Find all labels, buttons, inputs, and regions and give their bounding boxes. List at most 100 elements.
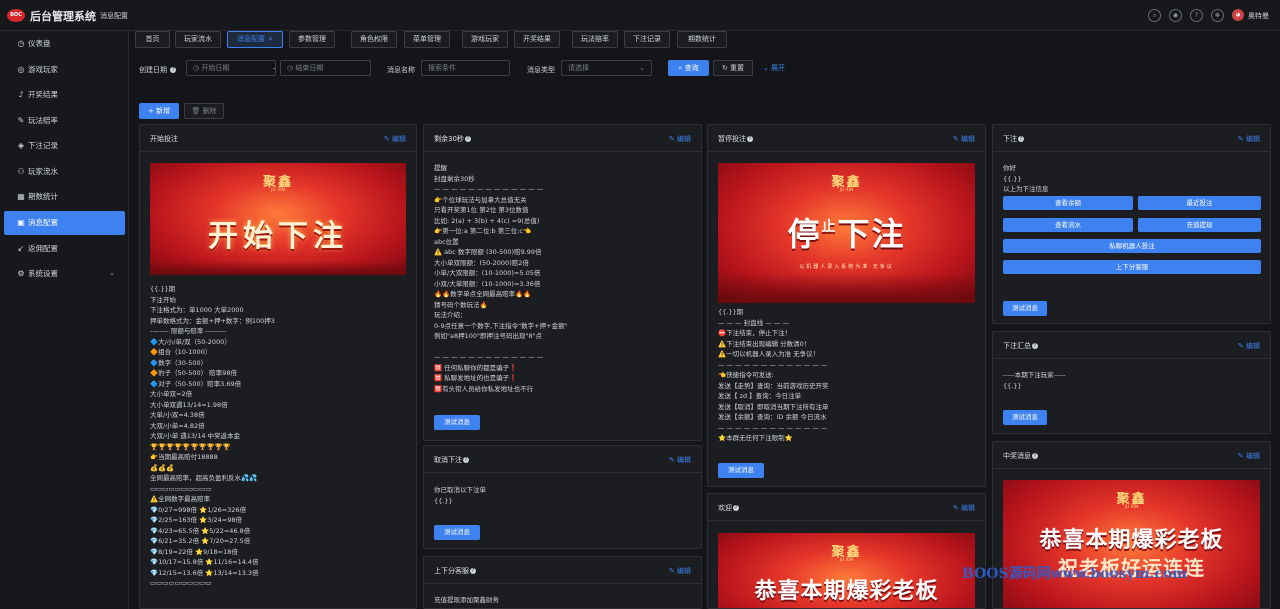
tab-message-config[interactable]: 消息配置 ✕ — [227, 31, 283, 48]
users-icon: ⚇ — [17, 167, 25, 176]
message-card-welcome: 欢迎? ✎ 编辑 聚鑫 JU XIN 恭喜本期爆彩老板 — [707, 493, 986, 609]
start-date-input[interactable]: ◷ 开始日期 — [186, 60, 276, 76]
search-icon[interactable]: ⌕ — [1148, 9, 1161, 22]
headline-b: 止 — [821, 219, 838, 235]
card-header: 欢迎? ✎ 编辑 — [708, 494, 985, 521]
edit-icon: ✎ — [383, 135, 392, 143]
tab-odds[interactable]: 玩法赔率 — [572, 31, 618, 48]
edit-button[interactable]: ✎ 编辑 — [669, 455, 691, 465]
edit-button[interactable]: ✎ 编辑 — [1238, 451, 1260, 461]
edit-button[interactable]: ✎ 编辑 — [669, 134, 691, 144]
keyboard-button-customer-service[interactable]: 上下分客服 — [1003, 260, 1261, 274]
message-card-cs: 上下分客服? ✎ 编辑 充值提现添加聚鑫财务 — [423, 556, 702, 609]
expand-button[interactable]: ⌄ 展开 — [759, 61, 789, 77]
tab-results[interactable]: 开奖结果 — [514, 31, 560, 48]
app-root: BOC 后台管理系统 消息配置 ⌕ ◉ ? ✻ ◕ 奥特曼 ◷ 仪表盘 ◎ 游戏玩家… — [0, 0, 1280, 609]
settings-icon[interactable]: ✻ — [1211, 9, 1224, 22]
expand-button-label: 展开 — [771, 64, 786, 72]
test-message-button[interactable]: 测试消息 — [1003, 410, 1047, 425]
card-header: 取消下注? ✎ 编辑 — [424, 446, 701, 473]
test-message-button[interactable]: 测试消息 — [1003, 301, 1047, 316]
created-date-text: 创建日期 — [139, 66, 167, 74]
card-body: 提醒 封盘剩余30秒 — — — — — — — — — — — — — 👉个位… — [434, 163, 691, 440]
close-icon[interactable]: ✕ — [268, 36, 273, 43]
sidebar-item-label: 玩法赔率 — [28, 116, 58, 125]
question-icon: ? — [1032, 343, 1038, 349]
add-button[interactable]: + 新增 — [139, 103, 179, 119]
message-card-summary: 下注汇总? ✎ 编辑 -----本期下注玩家----- {{.}} 测试消息 — [992, 331, 1271, 434]
message-type-label: 消息类型 — [527, 66, 555, 74]
end-date-input[interactable]: ◷ 结束日期 — [280, 60, 371, 76]
sidebar-item-players[interactable]: ◎ 游戏玩家 — [4, 58, 125, 82]
question-icon: ? — [1032, 453, 1038, 459]
plus-icon: + — [147, 107, 157, 115]
banner-brand-sub: JU XIN — [271, 188, 285, 193]
card-title: 下注汇总? — [1003, 341, 1038, 351]
delete-button[interactable]: 🗑 删除 — [184, 103, 224, 119]
tab-home[interactable]: 首页 — [135, 31, 170, 48]
card-title-text: 欢迎 — [718, 504, 732, 512]
card-title-text: 开始投注 — [150, 135, 178, 143]
edit-button[interactable]: ✎ 编辑 — [669, 566, 691, 576]
search-button[interactable]: ⌕ 查询 — [668, 60, 709, 76]
sidebar-item-results[interactable]: ♪ 开奖结果 — [4, 83, 125, 107]
edit-label: 编辑 — [677, 456, 691, 464]
sidebar-item-flow[interactable]: ⚇ 玩家流水 — [4, 160, 125, 184]
sidebar-item-bets[interactable]: ◈ 下注记录 — [4, 134, 125, 158]
edit-icon: ✎ — [952, 135, 961, 143]
refresh-icon: ↻ — [721, 64, 731, 72]
sidebar-item-odds[interactable]: ✎ 玩法赔率 — [4, 109, 125, 133]
tab-periods[interactable]: 期数统计 — [677, 31, 727, 48]
search-button-label: 查询 — [684, 64, 699, 72]
keyboard-button-private-bot[interactable]: 私聊机器人投注 — [1003, 239, 1261, 253]
edit-button[interactable]: ✎ 编辑 — [1238, 341, 1260, 351]
arrow-icon: ↙ — [17, 244, 25, 253]
message-name-input[interactable]: 搜索条件 — [421, 60, 510, 76]
edit-button[interactable]: ✎ 编辑 — [953, 134, 975, 144]
card-title-text: 上下分客服 — [434, 567, 469, 575]
top-bar: BOC 后台管理系统 消息配置 ⌕ ◉ ? ✻ ◕ 奥特曼 — [0, 0, 1280, 31]
question-icon: ? — [170, 67, 177, 73]
test-message-button[interactable]: 测试消息 — [434, 525, 480, 540]
test-message-button[interactable]: 测试消息 — [718, 463, 764, 478]
question-icon: ? — [470, 568, 476, 574]
card-header: 开始投注 ✎ 编辑 — [140, 125, 416, 152]
sidebar-item-system[interactable]: ⚙ 系统设置 ⌄ — [4, 262, 125, 286]
message-card-bet: 下注? ✎ 编辑 你好 {{.}} 以上为下注信息 查看余额 最近投注 查看流水… — [992, 124, 1271, 324]
keyboard-button-recent-bets[interactable]: 最近投注 — [1138, 196, 1261, 210]
banner-headline: 停止下注 — [718, 209, 975, 255]
keyboard-button-flow[interactable]: 查看流水 — [1003, 218, 1133, 232]
github-icon[interactable]: ◉ — [1169, 9, 1182, 22]
edit-icon: ✎ — [668, 135, 677, 143]
delete-button-label: 删除 — [202, 107, 217, 115]
sidebar-item-messages[interactable]: ▣ 消息配置 — [4, 211, 125, 235]
avatar[interactable]: ◕ — [1232, 9, 1244, 21]
chevron-down-icon: ⌄ — [639, 64, 645, 72]
gear-icon: ⚙ — [17, 269, 25, 278]
question-icon[interactable]: ? — [1190, 9, 1203, 22]
tab-params[interactable]: 参数管理 — [289, 31, 335, 48]
edit-button[interactable]: ✎ 编辑 — [953, 503, 975, 513]
tab-player-flow[interactable]: 玩家流水 — [175, 31, 221, 48]
edit-button[interactable]: ✎ 编辑 — [384, 134, 406, 144]
edit-button[interactable]: ✎ 编辑 — [1238, 134, 1260, 144]
card-title: 剩余30秒? — [434, 134, 471, 144]
sidebar-item-rebate[interactable]: ↙ 返佣配置 — [4, 237, 125, 261]
tab-players[interactable]: 游戏玩家 — [462, 31, 508, 48]
test-message-button[interactable]: 测试消息 — [434, 415, 480, 430]
keyboard-button-balance[interactable]: 查看余额 — [1003, 196, 1133, 210]
username[interactable]: 奥特曼 — [1248, 11, 1269, 21]
sidebar-item-periods[interactable]: ▦ 期数统计 — [4, 185, 125, 209]
tab-menu[interactable]: 菜单管理 — [404, 31, 450, 48]
trash-icon: 🗑 — [191, 107, 203, 115]
message-card-start: 开始投注 ✎ 编辑 聚鑫 JU XIN 开始下注 {{.}}期 下注开始 下注格… — [139, 124, 417, 609]
sidebar-item-dashboard[interactable]: ◷ 仪表盘 — [4, 32, 125, 56]
keyboard-button-recharge[interactable]: 充值提现 — [1138, 218, 1261, 232]
card-title-text: 剩余30秒 — [434, 135, 464, 143]
bell-icon: ♪ — [18, 90, 24, 99]
reset-button[interactable]: ↻ 重置 — [713, 60, 753, 76]
message-type-select[interactable]: 请选择 ⌄ — [561, 60, 652, 76]
card-header: 上下分客服? ✎ 编辑 — [424, 557, 701, 584]
tab-bets[interactable]: 下注记录 — [624, 31, 670, 48]
tab-roles[interactable]: 角色权限 — [351, 31, 397, 48]
